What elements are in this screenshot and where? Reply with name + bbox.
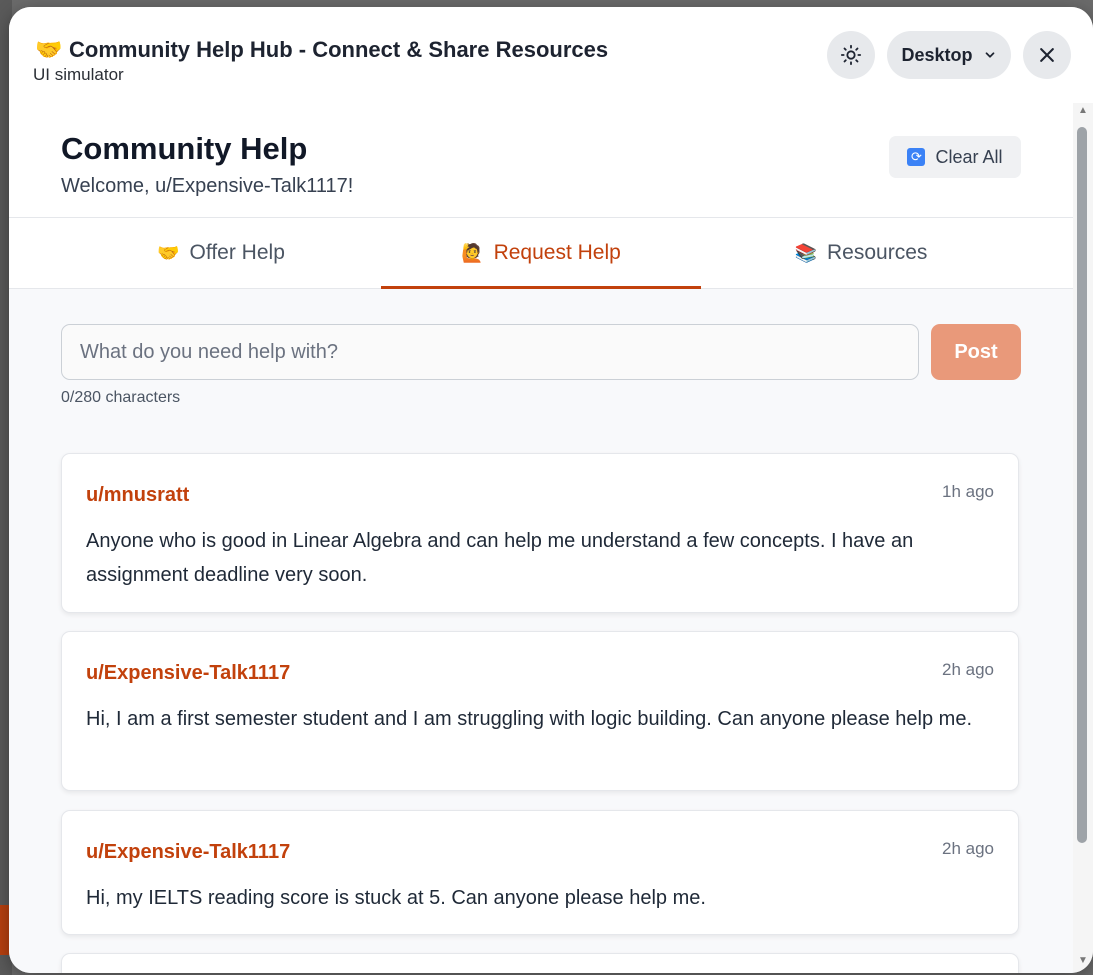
tab-request-help[interactable]: 🙋 Request Help — [381, 218, 701, 289]
post-text: Hi, I am a first semester student and I … — [86, 708, 973, 730]
tab-offer-help[interactable]: 🤝 Offer Help — [61, 218, 381, 288]
post-text: Hi, my IELTS reading score is stuck at 5… — [86, 887, 706, 909]
chevron-down-icon — [985, 52, 994, 58]
clear-all-label: Clear All — [935, 146, 1003, 167]
tab-label: Offer Help — [189, 241, 285, 264]
modal-title-text: Community Help Hub - Connect & Share Res… — [69, 37, 609, 62]
tab-label: Resources — [827, 241, 928, 264]
page-title: Community Help — [61, 131, 308, 166]
scroll-down-arrow-icon[interactable]: ▼ — [1078, 955, 1088, 966]
tab-label: Request Help — [493, 241, 621, 264]
theme-toggle-button[interactable] — [827, 31, 875, 79]
app-header: Community Help Welcome, u/Expensive-Talk… — [9, 103, 1073, 218]
modal-subtitle: UI simulator — [33, 65, 124, 84]
tab-resources[interactable]: 📚 Resources — [701, 218, 1021, 288]
handshake-icon: 🤝 — [35, 37, 63, 62]
post-card: u/Expensive-Talk1117 2h ago Hi, my IELTS… — [61, 810, 1019, 935]
post-username[interactable]: u/Expensive-Talk1117 — [86, 662, 290, 685]
welcome-message: Welcome, u/Expensive-Talk1117! — [61, 175, 354, 197]
handshake-icon: 🤝 — [157, 242, 180, 263]
post-timestamp: 2h ago — [942, 660, 994, 679]
post-button[interactable]: Post — [931, 324, 1021, 380]
post-card — [61, 953, 1019, 973]
device-select[interactable]: Desktop — [887, 31, 1011, 79]
post-username[interactable]: u/Expensive-Talk1117 — [86, 841, 290, 864]
device-select-label: Desktop — [901, 44, 973, 65]
app-viewport: Community Help Welcome, u/Expensive-Talk… — [9, 103, 1073, 973]
post-card: u/mnusratt 1h ago Anyone who is good in … — [61, 453, 1019, 613]
close-icon — [1040, 48, 1054, 62]
raised-hand-icon: 🙋 — [461, 242, 484, 263]
tab-bar: 🤝 Offer Help 🙋 Request Help 📚 Resources — [9, 218, 1073, 289]
scroll-up-arrow-icon[interactable]: ▲ — [1078, 105, 1088, 116]
modal-title: 🤝 Community Help Hub - Connect & Share Re… — [35, 37, 608, 63]
close-button[interactable] — [1023, 31, 1071, 79]
modal-titlebar: 🤝 Community Help Hub - Connect & Share Re… — [9, 7, 1093, 103]
clear-all-button[interactable]: ⟳ Clear All — [889, 136, 1021, 178]
sun-icon — [840, 44, 862, 66]
books-icon: 📚 — [794, 242, 818, 263]
post-text: Anyone who is good in Linear Algebra and… — [86, 530, 914, 586]
post-timestamp: 1h ago — [942, 482, 994, 501]
scrollbar-thumb[interactable] — [1077, 127, 1087, 843]
refresh-icon: ⟳ — [907, 148, 926, 166]
simulator-modal: 🤝 Community Help Hub - Connect & Share Re… — [9, 7, 1093, 973]
help-request-input[interactable] — [61, 324, 919, 380]
character-counter: 0/280 characters — [61, 389, 181, 406]
post-timestamp: 2h ago — [942, 839, 994, 858]
post-username[interactable]: u/mnusratt — [86, 484, 189, 507]
post-card: u/Expensive-Talk1117 2h ago Hi, I am a f… — [61, 631, 1019, 791]
